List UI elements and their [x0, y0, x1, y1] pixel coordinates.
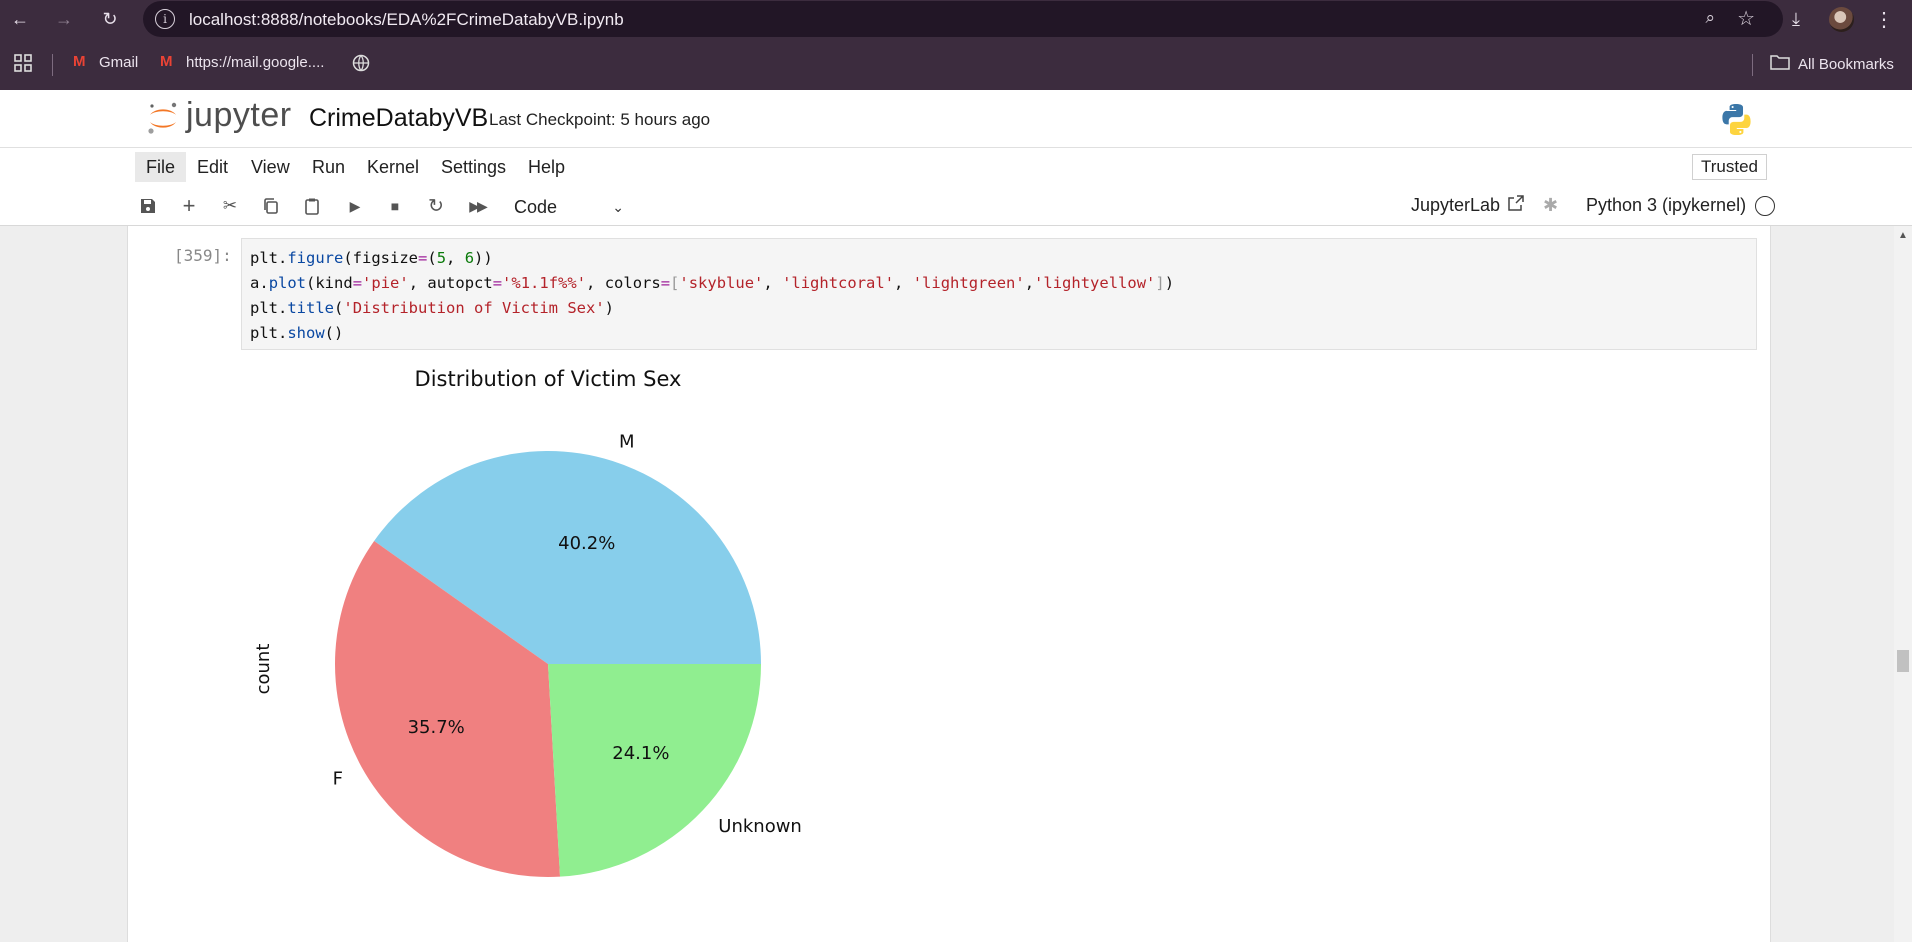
add-cell-icon[interactable]: +	[177, 193, 201, 218]
kernel-name[interactable]: Python 3 (ipykernel)	[1586, 195, 1746, 216]
code-cell-editor[interactable]: plt.figure(figsize=(5, 6)) a.plot(kind='…	[241, 238, 1757, 350]
forward-icon[interactable]: →	[52, 7, 76, 31]
last-checkpoint: Last Checkpoint: 5 hours ago	[489, 110, 711, 129]
browser-toolbar: ← → ↻ i localhost:8888/notebooks/EDA%2FC…	[0, 0, 1912, 38]
menu-help[interactable]: Help	[517, 152, 576, 182]
paste-icon[interactable]	[300, 194, 324, 218]
bookmarks-bar: Gmail https://mail.google.... All Bookma…	[0, 50, 1912, 80]
site-info-icon[interactable]: i	[155, 9, 175, 29]
address-bar[interactable]: i localhost:8888/notebooks/EDA%2FCrimeDa…	[143, 1, 1783, 37]
cell-type-value: Code	[514, 197, 558, 217]
chart-title: Distribution of Victim Sex	[415, 367, 682, 391]
bookmark-star-icon[interactable]: ☆	[1737, 6, 1755, 31]
bookmark-label: https://mail.google....	[186, 54, 325, 71]
pie-slice-unknown	[548, 664, 761, 877]
pie-value-label: 40.2%	[558, 533, 615, 554]
jupyter-header: jupyter CrimeDatabyVB Last Checkpoint: 5…	[0, 90, 1912, 148]
gmail-icon	[73, 53, 91, 70]
jupyter-logo-text: jupyter	[186, 96, 292, 134]
external-link-icon	[1508, 195, 1524, 216]
chevron-down-icon: ⌄	[612, 199, 624, 215]
cell-type-select[interactable]: Code ⌄	[514, 194, 624, 220]
all-bookmarks[interactable]: All Bookmarks	[1770, 54, 1894, 74]
bookmark-gmail[interactable]: Gmail	[73, 53, 139, 72]
save-icon[interactable]	[136, 194, 160, 218]
menu-file[interactable]: File	[135, 152, 187, 182]
menu-kebab-icon[interactable]: ⋮	[1872, 7, 1896, 31]
code-line: plt.figure(figsize=(5, 6))	[250, 249, 493, 267]
kernel-status-icon	[1755, 196, 1775, 216]
restart-run-all-icon[interactable]: ▶▶	[465, 194, 489, 218]
restart-icon[interactable]: ↻	[424, 194, 448, 218]
cut-icon[interactable]: ✂	[218, 194, 242, 218]
download-icon[interactable]: ⤓	[1784, 7, 1808, 31]
profile-avatar[interactable]	[1829, 7, 1854, 32]
pie-category-label: F	[333, 769, 343, 790]
code-line: a.plot(kind='pie', autopct='%1.1f%%', co…	[250, 274, 1175, 292]
menu-edit[interactable]: Edit	[186, 152, 239, 182]
notebook-scrollbar[interactable]: ▲	[1894, 226, 1912, 942]
python-logo-icon	[1722, 103, 1751, 136]
copy-icon[interactable]	[259, 194, 283, 218]
pie-category-label: M	[619, 432, 635, 453]
folder-icon	[1770, 54, 1790, 74]
bookmark-label: Gmail	[99, 54, 139, 71]
menu-settings[interactable]: Settings	[430, 152, 517, 182]
pie-chart: Distribution of Victim Sex count 40.2% M 3…	[253, 367, 802, 877]
pie-value-label: 35.7%	[408, 717, 465, 738]
notebook-title[interactable]: CrimeDatabyVB	[309, 104, 488, 133]
debugger-bug-icon[interactable]: ✱	[1543, 195, 1558, 216]
bookmark-divider	[52, 54, 53, 76]
menu-view[interactable]: View	[240, 152, 301, 182]
pie-category-label: Unknown	[718, 816, 802, 837]
menu-kernel[interactable]: Kernel	[356, 152, 430, 182]
chart-ylabel: count	[253, 644, 274, 695]
zoom-icon[interactable]: ⌕	[1705, 8, 1715, 28]
jupyterlab-label: JupyterLab	[1411, 195, 1501, 215]
pie-value-label: 24.1%	[612, 743, 669, 764]
open-jupyterlab-link[interactable]: JupyterLab	[1411, 195, 1524, 216]
cell-prompt: [359]:	[174, 246, 232, 265]
gmail-icon	[160, 53, 178, 70]
scroll-up-icon[interactable]: ▲	[1898, 230, 1908, 241]
browser-chrome: ← → ↻ i localhost:8888/notebooks/EDA%2FC…	[0, 0, 1912, 90]
stop-icon[interactable]: ■	[383, 194, 407, 218]
reload-icon[interactable]: ↻	[98, 7, 122, 31]
notebook-toolbar: + ✂ ▶ ■ ↻ ▶▶ Code ⌄ JupyterLab ✱ Python …	[0, 186, 1912, 226]
back-icon[interactable]: ←	[8, 7, 32, 31]
bookmark-divider	[1752, 54, 1753, 76]
menu-run[interactable]: Run	[301, 152, 356, 182]
run-icon[interactable]: ▶	[343, 194, 367, 218]
all-bookmarks-label: All Bookmarks	[1798, 55, 1894, 73]
code-line: plt.title('Distribution of Victim Sex')	[250, 299, 614, 317]
menu-bar: File Edit View Run Kernel Settings Help …	[0, 148, 1912, 186]
url-text[interactable]: localhost:8888/notebooks/EDA%2FCrimeData…	[189, 10, 624, 30]
jupyter-logo-icon[interactable]	[145, 100, 181, 136]
globe-icon[interactable]	[352, 54, 370, 72]
code-line: plt.show()	[250, 324, 344, 342]
bookmark-mail-google[interactable]: https://mail.google....	[160, 53, 325, 72]
apps-grid-icon[interactable]	[14, 54, 32, 72]
trusted-badge[interactable]: Trusted	[1692, 154, 1768, 180]
scroll-thumb[interactable]	[1897, 650, 1909, 672]
